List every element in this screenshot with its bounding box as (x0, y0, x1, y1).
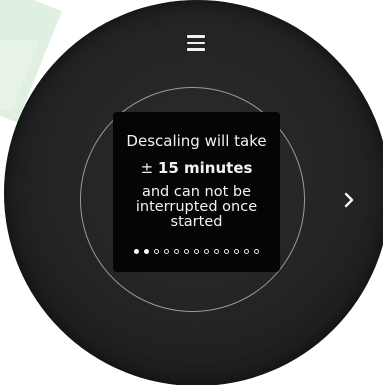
hamburger-menu-icon[interactable] (187, 35, 205, 51)
page-indicator-dot (194, 249, 199, 254)
descaling-duration-intro: Descaling will take (126, 132, 267, 150)
page-indicator-dot (164, 249, 169, 254)
chevron-right-icon[interactable] (338, 186, 360, 214)
page-indicator (113, 249, 280, 254)
page-indicator-dot (184, 249, 189, 254)
page-indicator-dot (234, 249, 239, 254)
duration-minutes: 15 minutes (157, 159, 253, 177)
page-indicator-dot (134, 249, 139, 254)
page-indicator-dot (204, 249, 209, 254)
page-indicator-dot (244, 249, 249, 254)
page-indicator-dot (144, 249, 149, 254)
warning-line-2: interrupted once (135, 199, 258, 215)
page-indicator-dot (214, 249, 219, 254)
app-root: Descaling will take ± 15 minutes and can… (0, 0, 383, 385)
info-screen: Descaling will take ± 15 minutes and can… (113, 112, 280, 272)
menu-icon-bar (187, 41, 205, 44)
page-indicator-dot (154, 249, 159, 254)
menu-icon-bar (187, 48, 205, 51)
warning-line-1: and can not be (141, 184, 252, 200)
approx-symbol: ± (140, 159, 154, 177)
interruption-warning: and can not be interrupted once started (113, 185, 280, 230)
warning-line-3: started (170, 214, 223, 230)
page-indicator-dot (254, 249, 259, 254)
page-indicator-dot (224, 249, 229, 254)
page-indicator-dot (174, 249, 179, 254)
descaling-duration-value: ± 15 minutes (113, 159, 280, 177)
menu-icon-bar (187, 35, 205, 38)
